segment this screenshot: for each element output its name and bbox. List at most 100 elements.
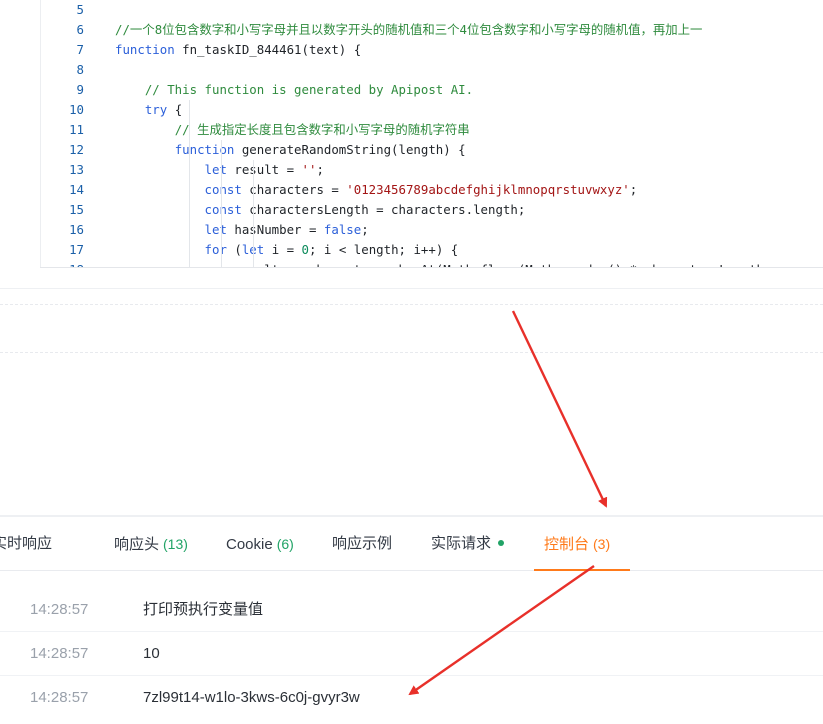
tab-count: (13)	[163, 536, 188, 552]
code-token: 0	[301, 242, 310, 257]
console-row: 14:28:57 10	[0, 632, 823, 676]
code-token: i =	[264, 242, 302, 257]
log-timestamp: 14:28:57	[30, 601, 89, 618]
tab-realtime-response[interactable]: 实时响应	[0, 533, 52, 555]
tab-label: 控制台	[544, 536, 590, 553]
divider	[0, 288, 823, 289]
line-number: 8	[76, 62, 84, 77]
line-number: 12	[69, 142, 84, 157]
code-line[interactable]: 15 const charactersLength = characters.l…	[40, 200, 823, 220]
indent-guide	[221, 140, 222, 267]
code-token: let	[204, 222, 227, 237]
line-number: 7	[76, 42, 84, 57]
code-token: ;	[316, 162, 324, 177]
line-number: 10	[69, 102, 84, 117]
code-line[interactable]: 11 // 生成指定长度且包含数字和小写字母的随机字符串	[40, 120, 823, 140]
code-line[interactable]: 16 let hasNumber = false;	[40, 220, 823, 240]
code-token: // This function is generated by Apipost…	[144, 82, 474, 97]
code-token: (	[226, 242, 242, 257]
code-token: const	[204, 182, 242, 197]
code-line[interactable]: 8	[40, 60, 823, 80]
code-line[interactable]: 13 let result = '';	[40, 160, 823, 180]
code-line[interactable]: 14 const characters = '0123456789abcdefg…	[40, 180, 823, 200]
line-number: 9	[76, 82, 84, 97]
divider	[0, 352, 823, 353]
code-line[interactable]: 10 try {	[40, 100, 823, 120]
log-message[interactable]: 打印预执行变量值	[143, 600, 263, 620]
code-line[interactable]: 6 //一个8位包含数字和小写字母并且以数字开头的随机值和三个4位包含数字和小写字…	[40, 20, 823, 40]
annotation-arrow	[511, 310, 608, 508]
tab-actual-request[interactable]: 实际请求	[431, 533, 505, 555]
response-tabs: 实时响应 响应头(13) Cookie(6) 响应示例 实际请求 控制台(3)	[0, 515, 823, 571]
line-number: 15	[69, 202, 84, 217]
status-dot	[498, 540, 505, 547]
console-row: 14:28:57 打印预执行变量值	[0, 588, 823, 632]
code-token: let	[204, 162, 227, 177]
code-token: for	[204, 242, 227, 257]
code-token: // 生成指定长度且包含数字和小写字母的随机字符串	[174, 122, 470, 137]
code-token: charactersLength = characters.length;	[241, 202, 526, 217]
console-row: 14:28:57 7zl99t14-w1lo-3kws-6c0j-gvyr3w	[0, 676, 823, 720]
code-token: {	[167, 102, 183, 117]
code-line[interactable]: 5	[40, 0, 823, 20]
line-number: 14	[69, 182, 84, 197]
tab-label: 实际请求	[431, 535, 492, 552]
code-token: generateRandomString(length) {	[241, 142, 466, 157]
code-token: function	[174, 142, 242, 157]
log-message[interactable]: 10	[143, 644, 160, 664]
code-token: try	[144, 102, 168, 117]
code-token: '0123456789abcdefghijklmnopqrstuvwxyz'	[346, 182, 630, 197]
code-token: ;	[629, 182, 638, 197]
log-message[interactable]: 7zl99t14-w1lo-3kws-6c0j-gvyr3w	[143, 688, 360, 708]
tab-cookie[interactable]: Cookie (6)	[226, 533, 294, 555]
indent-guide	[253, 160, 254, 267]
tab-response-headers[interactable]: 响应头 (13)	[114, 533, 188, 555]
log-timestamp: 14:28:57	[30, 645, 89, 662]
tab-count: (6)	[276, 536, 294, 552]
code-editor[interactable]: 5 6 //一个8位包含数字和小写字母并且以数字开头的随机值和三个4位包含数字和小写…	[40, 0, 823, 268]
code-line[interactable]: 18 result += characters.charAt(Math.floo…	[40, 260, 823, 267]
code-token: result += characters.charAt(Math.floor(M…	[115, 262, 764, 267]
code-token: ''	[301, 162, 317, 177]
code-line[interactable]: 17 for (let i = 0; i < length; i++) {	[40, 240, 823, 260]
indent-guide	[189, 100, 190, 267]
divider	[0, 304, 823, 305]
code-token: ;	[361, 222, 369, 237]
tab-label: Cookie	[226, 536, 273, 553]
line-number: 17	[69, 242, 84, 257]
code-token: result =	[226, 162, 302, 177]
code-token: const	[204, 202, 242, 217]
line-number: 16	[69, 222, 84, 237]
line-number: 11	[69, 122, 84, 137]
code-token: fn_taskID_844461(text) {	[182, 42, 362, 57]
tab-response-examples[interactable]: 响应示例	[332, 533, 392, 555]
code-token: hasNumber =	[226, 222, 324, 237]
line-number: 6	[76, 22, 84, 37]
tab-count: (3)	[593, 536, 611, 552]
code-line[interactable]: 9 // This function is generated by Apipo…	[40, 80, 823, 100]
line-number: 13	[69, 162, 84, 177]
tab-label: 响应示例	[332, 535, 393, 552]
tab-label: 响应头	[114, 536, 160, 553]
code-token: characters =	[241, 182, 347, 197]
active-tab-indicator	[534, 569, 630, 571]
code-line[interactable]: 12 function generateRandomString(length)…	[40, 140, 823, 160]
code-token: function	[115, 42, 183, 57]
line-number: 18	[40, 260, 84, 267]
code-token: false	[323, 222, 362, 237]
line-number: 5	[76, 2, 84, 17]
log-timestamp: 14:28:57	[30, 689, 89, 706]
tab-console[interactable]: 控制台 (3)	[544, 533, 610, 555]
tab-label: 实时响应	[0, 535, 53, 552]
code-line[interactable]: 7 function fn_taskID_844461(text) {	[40, 40, 823, 60]
code-token: ; i < length; i++) {	[309, 242, 459, 257]
